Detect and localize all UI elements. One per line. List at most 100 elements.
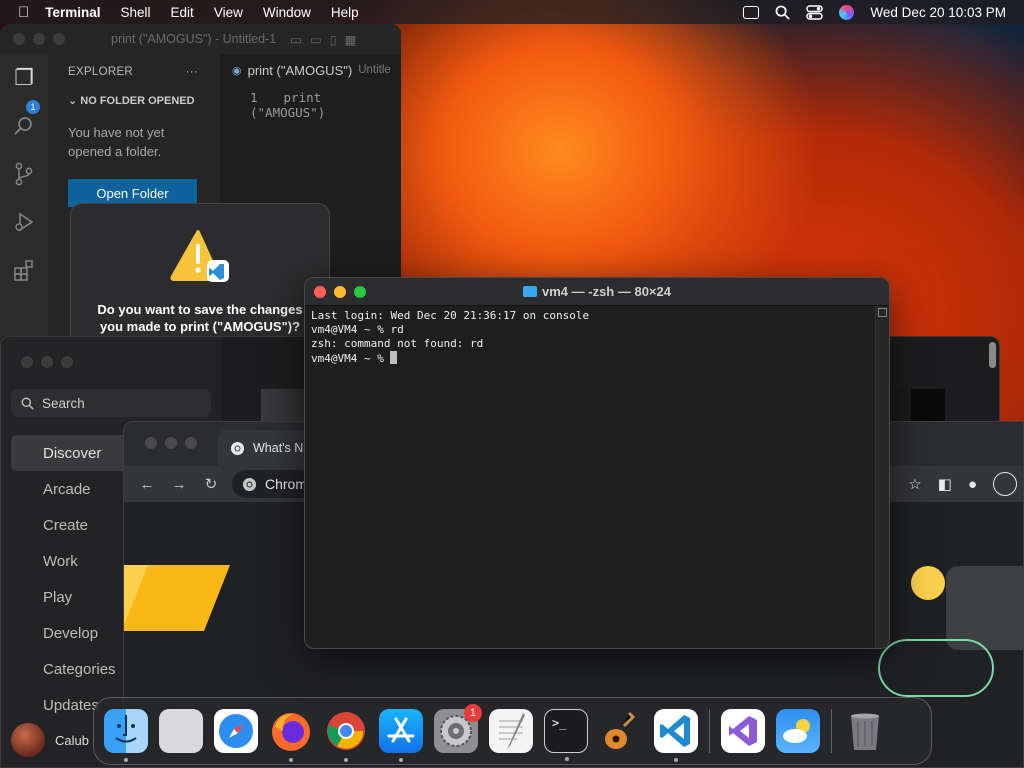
system-settings-icon[interactable]: 1 xyxy=(434,704,482,753)
more-actions-icon[interactable]: ··· xyxy=(186,66,198,78)
back-icon[interactable]: ← xyxy=(138,476,156,493)
window-controls xyxy=(305,285,366,298)
terminal-window: vm4 — -zsh — 80×24 Last login: Wed Dec 2… xyxy=(304,277,890,649)
running-indicator xyxy=(674,758,678,762)
garageband-icon[interactable] xyxy=(599,709,643,753)
chevron-down-icon: ⌄ xyxy=(68,95,81,107)
gray-card xyxy=(946,566,1023,650)
terminal-title: vm4 — -zsh — 80×24 xyxy=(305,284,889,299)
window-controls xyxy=(0,33,65,45)
code-line[interactable]: 1 print ("AMOGUS") xyxy=(220,90,401,120)
menu-clock[interactable]: Wed Dec 20 10:03 PM xyxy=(870,5,1006,20)
account-button[interactable]: Calub xyxy=(11,723,89,757)
close-button[interactable] xyxy=(314,285,326,298)
app-store-icon[interactable] xyxy=(379,709,423,762)
search-icon xyxy=(21,396,34,410)
forward-icon[interactable]: → xyxy=(170,476,188,493)
layout-icons[interactable]: ▭▭▯▦ xyxy=(290,32,364,47)
close-button[interactable] xyxy=(13,33,25,45)
finder-icon[interactable] xyxy=(104,709,148,762)
vscode-icon[interactable] xyxy=(654,709,698,762)
chrome-icon xyxy=(230,441,245,455)
account-name: Calub xyxy=(55,732,89,748)
menu-help[interactable]: Help xyxy=(331,5,359,20)
safari-icon[interactable] xyxy=(214,709,258,753)
menu-shell[interactable]: Shell xyxy=(121,5,151,20)
terminal-line: vm4@VM4 ~ % rd xyxy=(311,323,404,336)
terminal-line: Last login: Wed Dec 20 21:36:17 on conso… xyxy=(311,309,590,322)
stage-manager-icon[interactable] xyxy=(743,5,760,19)
menu-window[interactable]: Window xyxy=(263,5,311,20)
warning-icon xyxy=(170,230,229,282)
close-button[interactable] xyxy=(145,437,157,449)
terminal-output[interactable]: Last login: Wed Dec 20 21:36:17 on conso… xyxy=(305,306,889,366)
launchpad-icon[interactable] xyxy=(159,709,203,753)
terminal-prompt-line: vm4@VM4 ~ % xyxy=(311,351,889,366)
terminal-line: zsh: command not found: rd xyxy=(311,337,484,350)
avatar xyxy=(11,723,45,757)
close-button[interactable] xyxy=(21,356,33,368)
control-center-icon[interactable] xyxy=(806,4,824,20)
dock: 1 >_ xyxy=(93,697,932,765)
extensions-icon[interactable] xyxy=(0,246,48,294)
running-indicator xyxy=(565,757,569,761)
side-panel-icon[interactable]: ◧ xyxy=(938,475,952,493)
menu-bar:  Terminal Shell Edit View Window Help W… xyxy=(0,0,1024,24)
vscode-window-title: print ("AMOGUS") - Untitled-1 xyxy=(111,32,277,46)
terminal-icon[interactable]: >_ xyxy=(544,709,588,761)
explorer-icon[interactable]: ❐ xyxy=(0,54,48,102)
terminal-titlebar: vm4 — -zsh — 80×24 xyxy=(305,278,889,306)
siri-icon[interactable] xyxy=(839,4,855,20)
profile-icon[interactable]: ● xyxy=(968,476,977,493)
no-folder-heading[interactable]: ⌄ NO FOLDER OPENED xyxy=(68,94,220,107)
activity-bar: ❐ 1 xyxy=(0,54,48,344)
search-placeholder: Search xyxy=(42,395,85,411)
reload-icon[interactable]: ↻ xyxy=(202,475,220,493)
chrome-icon[interactable] xyxy=(324,709,368,762)
visual-studio-icon[interactable] xyxy=(721,709,765,753)
line-number: 1 xyxy=(250,90,258,105)
menu-view[interactable]: View xyxy=(214,5,243,20)
scrollbar[interactable] xyxy=(989,342,996,368)
menu-edit[interactable]: Edit xyxy=(171,5,194,20)
account-avatar[interactable] xyxy=(993,472,1017,496)
running-indicator xyxy=(124,758,128,762)
text-cursor xyxy=(390,351,398,364)
zoom-button[interactable] xyxy=(185,437,197,449)
notification-badge: 1 xyxy=(464,704,482,722)
zoom-button[interactable] xyxy=(354,285,366,298)
scrollbar[interactable] xyxy=(875,306,889,648)
yellow-graphic xyxy=(124,565,230,631)
weather-icon[interactable] xyxy=(776,709,820,753)
zoom-button[interactable] xyxy=(53,33,65,45)
window-controls xyxy=(1,337,221,368)
save-changes-dialog: Do you want to save the changes you made… xyxy=(70,203,330,344)
zoom-button[interactable] xyxy=(61,356,73,368)
running-indicator xyxy=(289,758,293,762)
explorer-heading: EXPLORER xyxy=(68,66,134,78)
no-folder-message: You have not yet opened a folder. xyxy=(68,125,165,159)
minimize-button[interactable] xyxy=(33,33,45,45)
bookmark-star-icon[interactable]: ☆ xyxy=(908,475,921,493)
spotlight-search-icon[interactable] xyxy=(775,5,791,20)
search-icon[interactable] xyxy=(0,102,48,150)
source-control-icon[interactable] xyxy=(0,150,48,198)
python-file-icon: ◉ xyxy=(232,64,242,77)
toolbar-actions: ☆ ◧ ● xyxy=(908,466,1023,502)
editor-tab[interactable]: ◉ print ("AMOGUS") Untitle xyxy=(220,54,401,86)
save-question: Do you want to save the changes you made… xyxy=(97,302,303,334)
run-debug-icon[interactable] xyxy=(0,198,48,246)
apple-icon[interactable]:  xyxy=(18,4,29,21)
minimize-button[interactable] xyxy=(165,437,177,449)
scroll-indicator-icon xyxy=(878,308,887,317)
menu-app-name[interactable]: Terminal xyxy=(45,5,100,20)
tab-title: What's N xyxy=(253,441,304,455)
textedit-icon[interactable] xyxy=(489,709,533,753)
search-field[interactable]: Search xyxy=(11,389,211,417)
minimize-button[interactable] xyxy=(41,356,53,368)
explorer-badge: 1 xyxy=(26,100,40,114)
minimize-button[interactable] xyxy=(334,285,346,298)
vscode-titlebar: print ("AMOGUS") - Untitled-1 ▭▭▯▦ xyxy=(0,24,401,54)
trash-icon[interactable] xyxy=(843,709,887,753)
firefox-icon[interactable] xyxy=(269,709,313,762)
